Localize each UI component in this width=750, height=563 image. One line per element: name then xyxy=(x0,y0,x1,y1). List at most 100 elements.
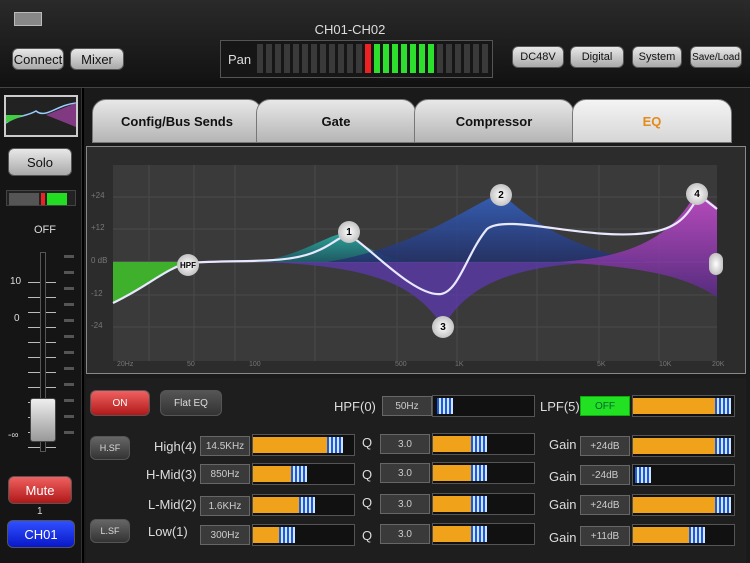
fader-knob[interactable] xyxy=(30,398,56,442)
eq-thumbnail[interactable] xyxy=(4,95,78,137)
band-high-gain-slider[interactable] xyxy=(632,435,735,457)
flat-eq-button[interactable]: Flat EQ xyxy=(160,390,222,416)
hpf-value[interactable]: 50Hz xyxy=(382,396,432,416)
channel-select-button[interactable]: CH01 xyxy=(7,520,75,548)
band-3-node[interactable]: 3 xyxy=(432,316,454,338)
band-lmid-q-label: Q xyxy=(362,495,373,510)
band-lmid-q-slider[interactable] xyxy=(432,493,535,515)
pan-segment xyxy=(284,44,290,73)
band-high-q-slider[interactable] xyxy=(432,433,535,455)
pan-segment xyxy=(482,44,488,73)
band-hmid-gain[interactable]: -24dB xyxy=(580,465,630,485)
lpf-slider[interactable] xyxy=(632,395,735,417)
band-high-gain-label: Gain xyxy=(549,437,577,452)
level-meter-graphic xyxy=(9,193,67,205)
band-low-q-slider[interactable] xyxy=(432,523,535,545)
pan-segment xyxy=(455,44,461,73)
band-lmid-gain-label: Gain xyxy=(549,497,577,512)
digital-button[interactable]: Digital xyxy=(570,46,624,68)
band-low-q[interactable]: 3.0 xyxy=(380,524,430,544)
mixer-button[interactable]: Mixer xyxy=(70,48,124,70)
fader-scale-mark xyxy=(64,367,74,370)
y-axis-label: -24 xyxy=(91,321,103,330)
band-lmid-gain-slider[interactable] xyxy=(632,494,735,516)
mute-button[interactable]: Mute xyxy=(8,476,72,504)
hpf-node[interactable]: HPF xyxy=(177,254,199,276)
system-button[interactable]: System xyxy=(632,46,682,68)
tab-gate[interactable]: Gate xyxy=(256,99,416,143)
band-low-gain[interactable]: +11dB xyxy=(580,526,630,546)
band-lmid-q[interactable]: 3.0 xyxy=(380,494,430,514)
band-high-q[interactable]: 3.0 xyxy=(380,434,430,454)
band-hmid-gain-slider[interactable] xyxy=(632,464,735,486)
band-lmid-gain[interactable]: +24dB xyxy=(580,495,630,515)
y-axis-label: +24 xyxy=(91,191,105,200)
hpf-slider[interactable] xyxy=(432,395,535,417)
solo-button[interactable]: Solo xyxy=(8,148,72,176)
x-axis-label: 500 xyxy=(395,361,407,368)
band-low-freq[interactable]: 300Hz xyxy=(200,525,250,545)
band-low-gain-slider[interactable] xyxy=(632,524,735,546)
x-axis-label: 10K xyxy=(659,361,672,368)
band-high-freq-slider[interactable] xyxy=(252,434,355,456)
scale-label-0: 0 xyxy=(14,313,20,324)
pan-segment xyxy=(293,44,299,73)
pan-segment xyxy=(410,44,416,73)
band-high-freq[interactable]: 14.5KHz xyxy=(200,436,250,456)
band-hmid-freq[interactable]: 850Hz xyxy=(200,464,250,484)
low-shelf-button[interactable]: L.SF xyxy=(90,519,130,543)
band-hmid-q-slider[interactable] xyxy=(432,462,535,484)
band-lmid-freq[interactable]: 1.6KHz xyxy=(200,496,250,516)
fader-scale-mark xyxy=(64,431,74,434)
dc48v-button[interactable]: DC48V xyxy=(512,46,564,68)
x-axis-label: 1K xyxy=(455,361,464,368)
pan-segment xyxy=(365,44,371,73)
pan-segment xyxy=(302,44,308,73)
eq-thumbnail-curve xyxy=(5,102,77,127)
eq-graph[interactable]: +24 +12 0 dB -12 -24 20Hz 50 100 500 1K 5K 10K 20K H… xyxy=(86,146,746,374)
x-axis-label: 20K xyxy=(712,361,725,368)
pan-segment xyxy=(275,44,281,73)
save-load-button[interactable]: Save/Load xyxy=(690,46,742,68)
x-axis-label: 50 xyxy=(187,361,195,368)
pan-segment xyxy=(383,44,389,73)
fader-scale-mark xyxy=(64,319,74,322)
band-hmid-gain-label: Gain xyxy=(549,469,577,484)
fader-scale-mark xyxy=(64,271,74,274)
tab-eq[interactable]: EQ xyxy=(572,99,732,143)
band-hmid-freq-slider[interactable] xyxy=(252,463,355,485)
pan-segment xyxy=(437,44,443,73)
fader-scale-mark xyxy=(64,335,74,338)
pan-segment xyxy=(392,44,398,73)
band-4-node[interactable]: 4 xyxy=(686,183,708,205)
band-lmid-label: L-Mid(2) xyxy=(148,497,197,512)
fader-scale-mark xyxy=(64,303,74,306)
y-axis-label: 0 dB xyxy=(91,256,108,265)
pan-segment xyxy=(464,44,470,73)
y-axis-label: -12 xyxy=(91,289,103,298)
band-hmid-q[interactable]: 3.0 xyxy=(380,463,430,483)
pan-segment xyxy=(257,44,263,73)
fader-scale-mark xyxy=(64,351,74,354)
band-high-label: High(4) xyxy=(154,439,197,454)
band-low-freq-slider[interactable] xyxy=(252,524,355,546)
tab-compressor[interactable]: Compressor xyxy=(414,99,574,143)
eq-on-button[interactable]: ON xyxy=(90,390,150,416)
pan-segment xyxy=(401,44,407,73)
connect-button[interactable]: Connect xyxy=(12,48,64,70)
band-high-gain[interactable]: +24dB xyxy=(580,436,630,456)
band-low-label: Low(1) xyxy=(148,524,188,539)
tab-config-bus-sends[interactable]: Config/Bus Sends xyxy=(92,99,262,143)
pan-segment xyxy=(320,44,326,73)
fader-scale-mark xyxy=(64,255,74,258)
band-2-node[interactable]: 2 xyxy=(490,184,512,206)
band-low-q-label: Q xyxy=(362,528,373,543)
lpf-value[interactable]: OFF xyxy=(580,396,630,416)
band-1-node[interactable]: 1 xyxy=(338,221,360,243)
channel-number: 1 xyxy=(37,506,43,517)
x-axis-label: 20Hz xyxy=(117,361,134,368)
lpf-node[interactable] xyxy=(709,253,723,275)
channel-level-meter xyxy=(6,190,76,206)
high-shelf-button[interactable]: H.SF xyxy=(90,436,130,460)
band-lmid-freq-slider[interactable] xyxy=(252,494,355,516)
